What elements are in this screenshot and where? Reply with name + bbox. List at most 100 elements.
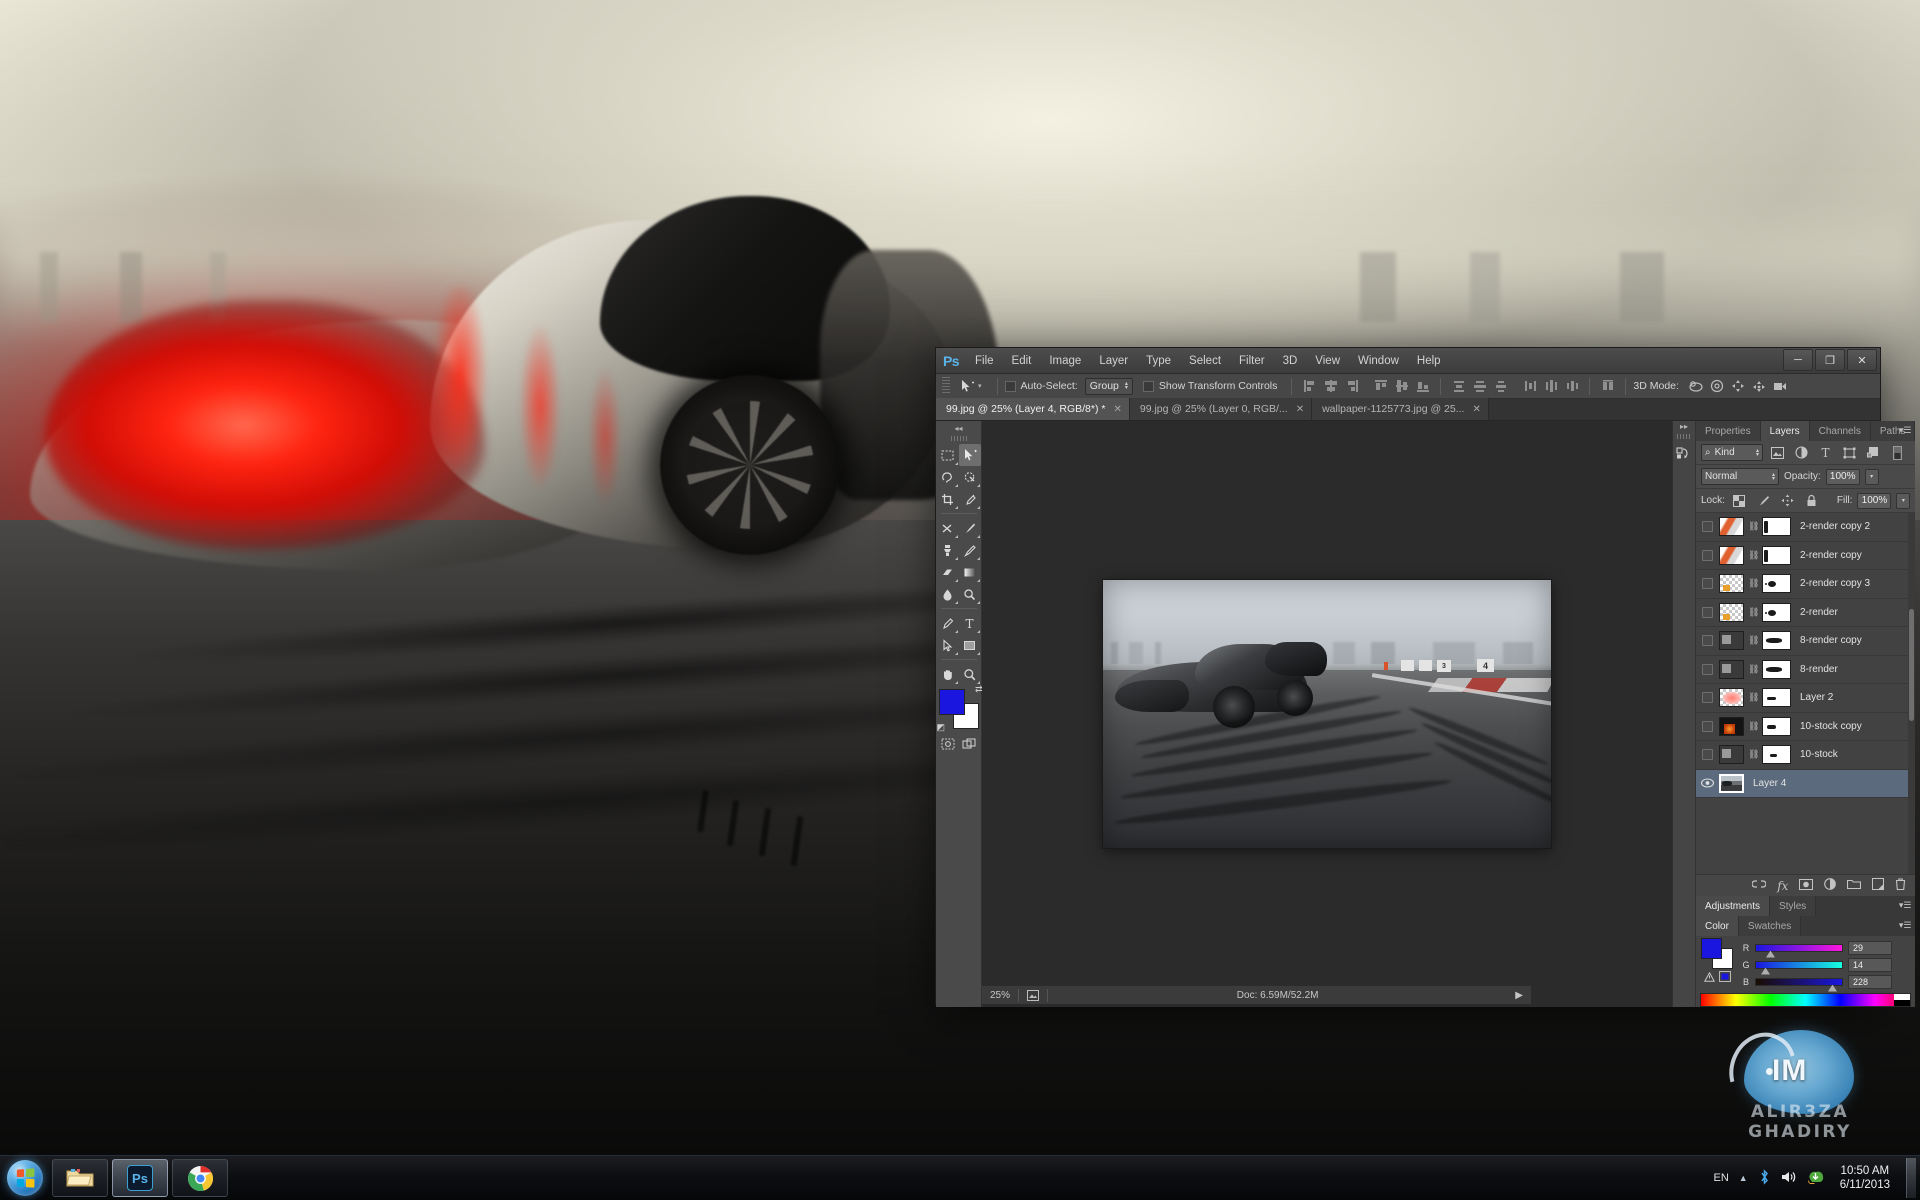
menu-filter[interactable]: Filter [1230, 348, 1274, 374]
layer-mask-thumbnail[interactable] [1762, 688, 1791, 708]
dodge-tool[interactable] [959, 583, 981, 605]
filter-smart-objects-icon[interactable] [1864, 444, 1883, 461]
status-expand-arrow-icon[interactable]: ▶ [1507, 986, 1531, 1005]
align-bottom-edges-button[interactable] [1413, 377, 1432, 395]
table-row[interactable]: ⛓ 10-stock copy [1696, 713, 1916, 741]
show-desktop-button[interactable] [1906, 1158, 1916, 1198]
menu-layer[interactable]: Layer [1090, 348, 1137, 374]
opacity-slider-chevron-down-icon[interactable]: ▾ [1864, 468, 1879, 485]
layer-visibility-toggle[interactable] [1700, 747, 1715, 762]
layer-name[interactable]: 2-render copy [1800, 550, 1862, 561]
layer-thumbnail[interactable] [1719, 773, 1744, 793]
layer-visibility-toggle[interactable] [1700, 605, 1715, 620]
link-layers-icon[interactable] [1751, 879, 1767, 893]
document-canvas[interactable]: 3 4 [1103, 580, 1551, 848]
layer-thumbnail[interactable] [1719, 688, 1744, 708]
layer-mask-link-icon[interactable]: ⛓ [1748, 550, 1759, 561]
layer-mask-thumbnail[interactable] [1762, 631, 1791, 651]
toolbox[interactable]: ◂◂ T ⇄ ◩ [936, 421, 983, 1007]
color-picker-swatch[interactable] [1718, 971, 1731, 985]
lock-position-icon[interactable] [1778, 492, 1797, 509]
layer-mask-link-icon[interactable]: ⛓ [1748, 635, 1759, 646]
align-left-edges-button[interactable] [1300, 377, 1319, 395]
titlebar[interactable]: Ps File Edit Image Layer Type Select Fil… [936, 348, 1880, 374]
menu-file[interactable]: File [966, 348, 1003, 374]
status-zoom[interactable]: 25% [982, 986, 1018, 1005]
taskbar-photoshop[interactable]: Ps [112, 1159, 168, 1197]
layer-thumbnail[interactable] [1719, 574, 1744, 594]
close-icon[interactable]: ✕ [1113, 404, 1121, 415]
layer-visibility-toggle[interactable] [1700, 776, 1715, 791]
distribute-bottom-edges-button[interactable] [1491, 377, 1510, 395]
scrollbar-thumb[interactable] [1909, 609, 1915, 721]
layer-name[interactable]: 10-stock [1800, 749, 1838, 760]
clone-stamp-tool[interactable] [937, 539, 959, 561]
layers-panel-tabs[interactable]: Properties Layers Channels Paths ▾☰ [1696, 421, 1916, 441]
horizontal-type-tool[interactable]: T [959, 612, 981, 634]
color-ramp-black-white[interactable] [1894, 994, 1911, 1006]
show-transform-controls-checkbox[interactable] [1142, 380, 1154, 392]
layer-style-fx-icon[interactable]: fx [1777, 879, 1788, 893]
move-tool[interactable] [958, 444, 981, 466]
lock-transparent-pixels-icon[interactable] [1730, 492, 1749, 509]
rectangle-tool[interactable] [959, 634, 981, 656]
panel-menu-icon[interactable]: ▾☰ [1899, 425, 1912, 436]
path-selection-tool[interactable] [937, 634, 959, 656]
status-bar[interactable]: 25% Doc: 6.59M/52.2M ▶ [982, 985, 1531, 1004]
panel-dock[interactable]: ▸▸ Properties Layers Channels Paths ▾☰ ⌕… [1672, 421, 1916, 1007]
layer-thumbnail[interactable] [1719, 545, 1744, 565]
volume-icon[interactable] [1781, 1170, 1797, 1187]
tab-channels[interactable]: Channels [1809, 421, 1871, 441]
align-right-edges-button[interactable] [1342, 377, 1361, 395]
close-icon[interactable]: ✕ [1472, 404, 1480, 415]
table-row[interactable]: ⛓ Layer 2 [1696, 684, 1916, 713]
menu-view[interactable]: View [1306, 348, 1349, 374]
tab-swatches[interactable]: Swatches [1738, 916, 1802, 936]
menu-window[interactable]: Window [1349, 348, 1408, 374]
menu-type[interactable]: Type [1137, 348, 1180, 374]
close-icon[interactable]: ✕ [1296, 404, 1304, 415]
gradient-tool[interactable] [959, 561, 981, 583]
eraser-tool[interactable] [937, 561, 959, 583]
taskbar-windows-explorer[interactable] [52, 1159, 108, 1197]
blend-mode-dropdown[interactable]: Normal ▴ ▾ [1701, 468, 1779, 485]
eyedropper-tool[interactable] [959, 488, 981, 510]
layer-mask-thumbnail[interactable] [1762, 716, 1791, 736]
layer-mask-link-icon[interactable]: ⛓ [1748, 721, 1759, 732]
history-brush-tool[interactable] [959, 539, 981, 561]
panel-menu-icon[interactable]: ▾☰ [1899, 920, 1912, 931]
minimize-button[interactable]: ─ [1783, 349, 1813, 371]
color-spectrum-ramp[interactable] [1700, 993, 1912, 1007]
tab-color[interactable]: Color [1696, 916, 1739, 936]
layer-filter-row[interactable]: ⌕ Kind ▴ ▾ T [1696, 441, 1916, 465]
distribute-horizontal-centers-button[interactable] [1541, 377, 1560, 395]
hand-tool[interactable] [937, 663, 959, 685]
color-panel-swatches[interactable] [1700, 938, 1735, 969]
layer-thumbnail[interactable] [1719, 602, 1744, 622]
adjustments-panel-tabs[interactable]: Adjustments Styles ▾☰ [1696, 896, 1916, 916]
lock-row[interactable]: Lock: Fill: 100% ▾ [1696, 489, 1916, 513]
table-row[interactable]: ⛓ 2-render copy 3 [1696, 570, 1916, 599]
layer-name[interactable]: Layer 4 [1753, 778, 1786, 789]
channel-slider-r[interactable] [1755, 943, 1843, 958]
table-row[interactable]: ⛓ 8-render copy [1696, 627, 1916, 656]
crop-tool[interactable] [937, 488, 959, 510]
document-tabbar[interactable]: 99.jpg @ 25% (Layer 4, RGB/8*) * ✕ 99.jp… [936, 398, 1880, 421]
taskbar[interactable]: Ps EN ▲ 10:50 AM 6/11/2013 [0, 1155, 1920, 1200]
new-adjustment-layer-icon[interactable] [1824, 878, 1837, 893]
align-vertical-centers-button[interactable] [1392, 377, 1411, 395]
brush-tool[interactable] [959, 517, 981, 539]
panel-menu-icon[interactable]: ▾☰ [1899, 900, 1912, 911]
layer-name[interactable]: 10-stock copy [1800, 721, 1862, 732]
channel-slider-g[interactable] [1755, 960, 1843, 975]
slider-knob[interactable] [1766, 950, 1775, 958]
photoshop-window[interactable]: Ps File Edit Image Layer Type Select Fil… [936, 348, 1916, 1007]
screen-mode-icon[interactable] [959, 733, 981, 755]
tab-layers[interactable]: Layers [1760, 421, 1810, 441]
quick-selection-tool[interactable] [959, 466, 981, 488]
layer-mask-link-icon[interactable]: ⛓ [1748, 607, 1759, 618]
channel-slider-b[interactable] [1755, 977, 1843, 992]
align-top-edges-button[interactable] [1371, 377, 1390, 395]
color-panel-foreground-swatch[interactable] [1700, 938, 1722, 959]
layer-list[interactable]: ⛓ 2-render copy 2 ⛓ 2-render copy ⛓ 2-re… [1696, 513, 1916, 874]
